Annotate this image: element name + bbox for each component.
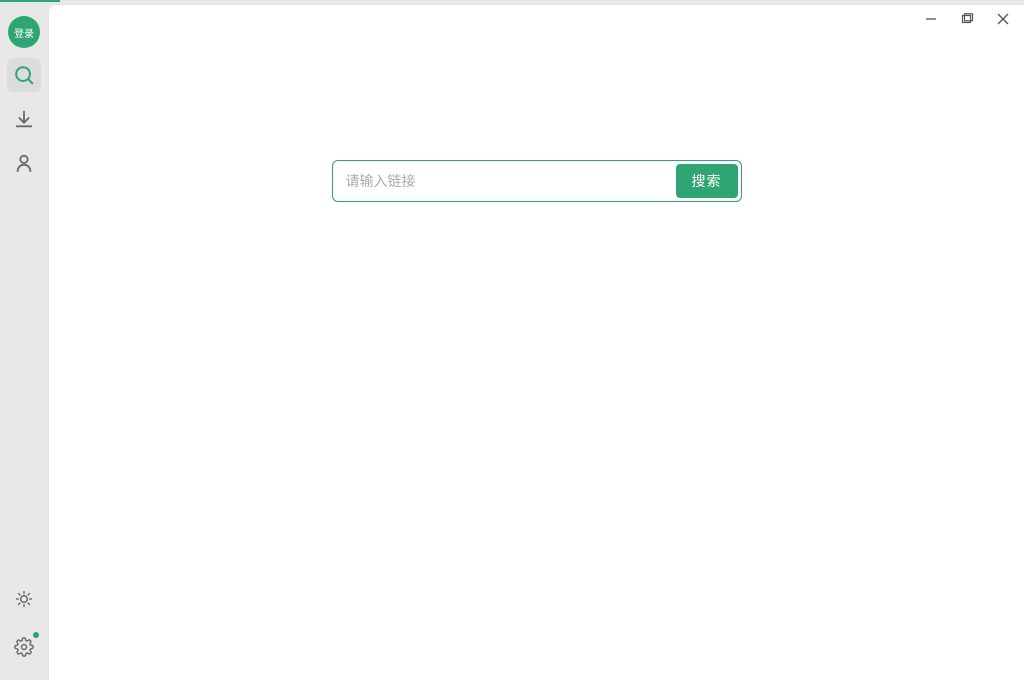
sidebar-bottom [7,582,41,680]
sidebar: 登录 [0,4,48,680]
maximize-icon [960,12,974,26]
login-button[interactable]: 登录 [8,16,40,48]
main-content: 搜索 [48,4,1024,680]
minimize-button[interactable] [922,10,940,28]
sidebar-item-theme[interactable] [7,582,41,616]
download-icon [13,108,35,130]
sidebar-item-profile[interactable] [7,146,41,180]
sidebar-item-search[interactable] [7,58,41,92]
app-body: 登录 [0,4,1024,680]
sidebar-item-downloads[interactable] [7,102,41,136]
window-controls [922,10,1012,28]
person-icon [13,152,35,174]
brightness-icon [14,589,34,609]
search-input[interactable] [336,173,676,189]
search-icon [13,64,35,86]
sidebar-item-settings[interactable] [7,630,41,664]
minimize-icon [924,12,938,26]
maximize-button[interactable] [958,10,976,28]
search-container: 搜索 [332,160,742,202]
app-window: 登录 [0,2,1024,680]
search-button[interactable]: 搜索 [676,164,738,198]
login-label: 登录 [14,25,34,40]
notification-dot [33,632,39,638]
gear-icon [14,637,34,657]
close-icon [996,12,1010,26]
close-button[interactable] [994,10,1012,28]
